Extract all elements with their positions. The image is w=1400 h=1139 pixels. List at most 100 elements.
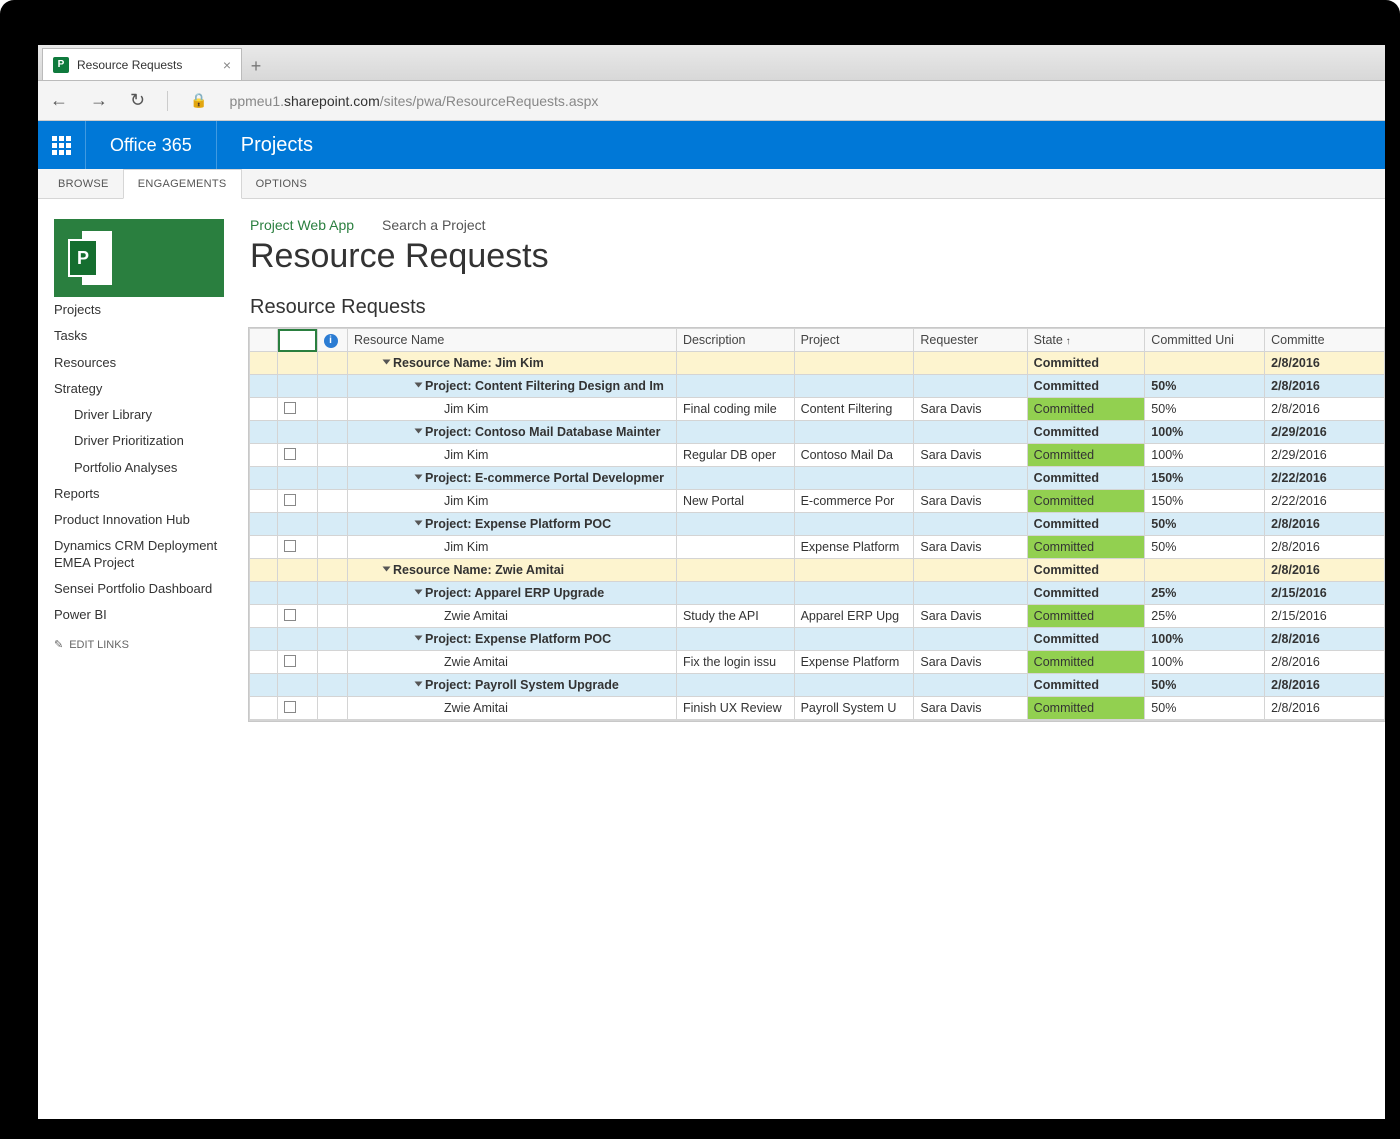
grid-cell[interactable]: 2/8/2016 [1265,513,1385,536]
grid-cell[interactable] [676,582,794,605]
grid-cell[interactable] [278,352,317,375]
grid-cell[interactable] [794,674,914,697]
grid-cell[interactable] [676,467,794,490]
grid-cell[interactable] [317,444,347,467]
grid-cell[interactable]: 2/8/2016 [1265,375,1385,398]
grid-cell[interactable]: Project: Apparel ERP Upgrade [348,582,677,605]
grid-cell[interactable]: 50% [1145,697,1265,720]
grid-cell[interactable] [794,352,914,375]
nav-item[interactable]: Power BI [54,602,238,628]
row-checkbox[interactable] [284,494,296,506]
col-committed-date[interactable]: Committe [1265,329,1385,352]
suite-app-name[interactable]: Projects [217,134,337,157]
grid-cell[interactable]: Committed [1027,628,1145,651]
grid-cell[interactable]: Sara Davis [914,444,1027,467]
grid-cell[interactable] [676,513,794,536]
nav-item[interactable]: Strategy [54,376,238,402]
grid-cell[interactable] [278,628,317,651]
grid-cell[interactable] [317,628,347,651]
nav-item[interactable]: Tasks [54,323,238,349]
grid-cell[interactable]: 2/8/2016 [1265,352,1385,375]
grid-cell[interactable] [278,375,317,398]
grid-cell[interactable]: Jim Kim [348,444,677,467]
grid-cell[interactable] [676,559,794,582]
row-checkbox[interactable] [284,655,296,667]
grid-cell[interactable] [794,467,914,490]
grid-cell[interactable]: Committed [1027,490,1145,513]
grid-cell[interactable]: Committed [1027,398,1145,421]
col-requester[interactable]: Requester [914,329,1027,352]
grid-row[interactable]: Resource Name: Zwie AmitaiCommitted2/8/2… [250,559,1385,582]
close-tab-icon[interactable]: × [223,57,231,73]
grid-cell[interactable] [676,628,794,651]
grid-cell[interactable] [250,628,278,651]
grid-cell[interactable]: Sara Davis [914,490,1027,513]
grid-cell[interactable]: Project: Contoso Mail Database Mainter [348,421,677,444]
site-logo[interactable]: P [54,219,224,297]
grid-cell[interactable]: 2/8/2016 [1265,398,1385,421]
grid-cell[interactable] [317,605,347,628]
grid-cell[interactable] [676,352,794,375]
grid-row[interactable]: Zwie AmitaiFinish UX ReviewPayroll Syste… [250,697,1385,720]
grid-cell[interactable] [676,674,794,697]
grid-cell[interactable]: Sara Davis [914,398,1027,421]
grid-cell[interactable]: 2/15/2016 [1265,582,1385,605]
grid-row[interactable]: Zwie AmitaiStudy the APIApparel ERP UpgS… [250,605,1385,628]
grid-cell[interactable] [278,605,317,628]
ribbon-tab-options[interactable]: OPTIONS [242,169,322,198]
grid-row[interactable]: Project: Expense Platform POCCommitted50… [250,513,1385,536]
grid-cell[interactable]: 2/8/2016 [1265,536,1385,559]
nav-item[interactable]: Portfolio Analyses [54,455,238,481]
nav-item[interactable]: Driver Prioritization [54,428,238,454]
col-description[interactable]: Description [676,329,794,352]
grid-cell[interactable]: Project: Content Filtering Design and Im [348,375,677,398]
grid-cell[interactable] [250,674,278,697]
grid-cell[interactable]: 2/22/2016 [1265,467,1385,490]
grid-row[interactable]: Resource Name: Jim KimCommitted2/8/2016 [250,352,1385,375]
row-checkbox[interactable] [284,609,296,621]
col-project[interactable]: Project [794,329,914,352]
grid-cell[interactable]: 50% [1145,513,1265,536]
grid-cell[interactable] [317,582,347,605]
grid-cell[interactable]: Committed [1027,513,1145,536]
grid-cell[interactable]: Regular DB oper [676,444,794,467]
grid-cell[interactable]: 50% [1145,398,1265,421]
nav-item[interactable]: Reports [54,481,238,507]
browser-tab[interactable]: P Resource Requests × [42,48,242,80]
grid-cell[interactable]: 2/8/2016 [1265,559,1385,582]
grid-cell[interactable]: Jim Kim [348,490,677,513]
grid-cell[interactable] [317,421,347,444]
grid-cell[interactable] [278,490,317,513]
grid-cell[interactable] [676,421,794,444]
grid-cell[interactable] [914,352,1027,375]
grid-cell[interactable] [914,375,1027,398]
grid-cell[interactable]: 2/29/2016 [1265,421,1385,444]
grid-cell[interactable]: Zwie Amitai [348,605,677,628]
grid-cell[interactable] [676,375,794,398]
ribbon-tab-browse[interactable]: BROWSE [44,169,123,198]
grid-cell[interactable]: Payroll System U [794,697,914,720]
url-display[interactable]: ppmeu1.sharepoint.com/sites/pwa/Resource… [230,93,599,109]
nav-item[interactable]: Product Innovation Hub [54,507,238,533]
grid-cell[interactable]: 2/15/2016 [1265,605,1385,628]
col-committed-unit[interactable]: Committed Uni [1145,329,1265,352]
grid-cell[interactable] [914,582,1027,605]
grid-cell[interactable]: Resource Name: Jim Kim [348,352,677,375]
breadcrumb-site-link[interactable]: Project Web App [250,217,354,233]
grid-cell[interactable]: 100% [1145,651,1265,674]
grid-row[interactable]: Jim KimRegular DB operContoso Mail DaSar… [250,444,1385,467]
forward-button[interactable]: → [90,90,108,111]
grid-cell[interactable] [317,398,347,421]
breadcrumb-search[interactable]: Search a Project [382,217,486,233]
grid-cell[interactable] [317,536,347,559]
grid-cell[interactable] [794,513,914,536]
grid-cell[interactable]: 2/8/2016 [1265,628,1385,651]
grid-cell[interactable] [1145,559,1265,582]
grid-row[interactable]: Project: E-commerce Portal DevelopmerCom… [250,467,1385,490]
grid-cell[interactable] [250,559,278,582]
grid-cell[interactable]: 2/29/2016 [1265,444,1385,467]
grid-cell[interactable] [250,582,278,605]
grid-row[interactable]: Project: Payroll System UpgradeCommitted… [250,674,1385,697]
ribbon-tab-engagements[interactable]: ENGAGEMENTS [123,169,242,199]
grid-cell[interactable]: 50% [1145,375,1265,398]
